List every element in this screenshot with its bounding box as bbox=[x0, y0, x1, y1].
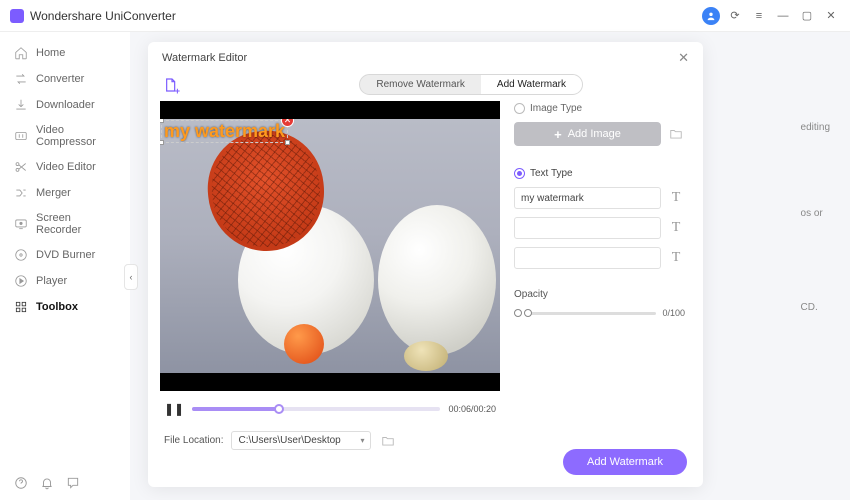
radio-icon bbox=[514, 103, 525, 114]
sidebar-item-editor[interactable]: Video Editor bbox=[0, 154, 130, 180]
text-style-icon[interactable]: T bbox=[667, 219, 685, 237]
text-style-icon[interactable]: T bbox=[667, 249, 685, 267]
tab-remove-watermark[interactable]: Remove Watermark bbox=[360, 75, 481, 94]
converter-icon bbox=[14, 72, 28, 86]
download-icon bbox=[14, 98, 28, 112]
main-area: editing os or CD. Watermark Editor ✕ + R… bbox=[130, 32, 850, 500]
sidebar-footer bbox=[0, 466, 130, 500]
text-style-icon[interactable]: T bbox=[667, 189, 685, 207]
sidebar-item-label: DVD Burner bbox=[36, 249, 95, 261]
toolbox-icon bbox=[14, 300, 28, 314]
tab-add-watermark[interactable]: Add Watermark bbox=[481, 75, 582, 94]
sidebar-item-label: Toolbox bbox=[36, 301, 78, 313]
delete-watermark-icon[interactable]: ✕ bbox=[281, 119, 294, 127]
sidebar-item-home[interactable]: Home bbox=[0, 40, 130, 66]
sidebar-item-merger[interactable]: Merger bbox=[0, 180, 130, 206]
background-text: editing os or CD. bbox=[801, 117, 830, 319]
play-icon bbox=[14, 274, 28, 288]
sidebar-item-toolbox[interactable]: Toolbox bbox=[0, 294, 130, 320]
sidebar-item-label: Merger bbox=[36, 187, 71, 199]
scissors-icon bbox=[14, 160, 28, 174]
close-button[interactable]: ✕ bbox=[822, 7, 840, 25]
resize-handle[interactable] bbox=[285, 140, 290, 145]
refresh-icon[interactable]: ⟳ bbox=[726, 7, 744, 25]
titlebar: Wondershare UniConverter ⟳ ≡ — ▢ ✕ bbox=[0, 0, 850, 32]
tab-switcher: Remove Watermark Add Watermark bbox=[359, 74, 583, 95]
user-avatar-icon[interactable] bbox=[702, 7, 720, 25]
merger-icon bbox=[14, 186, 28, 200]
add-file-icon[interactable]: + bbox=[162, 76, 178, 94]
sidebar: Home Converter Downloader Video Compress… bbox=[0, 32, 130, 500]
radio-icon bbox=[514, 168, 525, 179]
opacity-value: 0/100 bbox=[662, 308, 685, 318]
home-icon bbox=[14, 46, 28, 60]
preview-object bbox=[284, 324, 324, 364]
watermark-editor-modal: Watermark Editor ✕ + Remove Watermark Ad… bbox=[148, 42, 703, 487]
sidebar-item-label: Player bbox=[36, 275, 67, 287]
file-location-select[interactable]: C:\Users\User\Desktop ▾ bbox=[231, 431, 371, 450]
menu-icon[interactable]: ≡ bbox=[750, 7, 768, 25]
sidebar-item-dvd[interactable]: DVD Burner bbox=[0, 242, 130, 268]
sidebar-item-label: Video Editor bbox=[36, 161, 96, 173]
sidebar-item-recorder[interactable]: Screen Recorder bbox=[0, 206, 130, 242]
sidebar-item-label: Screen Recorder bbox=[36, 212, 116, 236]
compressor-icon bbox=[14, 129, 28, 143]
progress-fill bbox=[192, 407, 279, 411]
watermark-text-input-3[interactable] bbox=[514, 247, 661, 269]
bell-icon[interactable] bbox=[40, 476, 54, 490]
sidebar-item-label: Home bbox=[36, 47, 65, 59]
image-type-label: Image Type bbox=[530, 103, 582, 114]
video-image: my watermark ✕ bbox=[160, 119, 500, 373]
minimize-button[interactable]: — bbox=[774, 7, 792, 25]
resize-handle[interactable] bbox=[160, 140, 164, 145]
browse-image-icon[interactable] bbox=[667, 125, 685, 143]
add-image-button[interactable]: + Add Image bbox=[514, 122, 661, 146]
watermark-text: my watermark bbox=[164, 121, 285, 142]
sidebar-item-label: Video Compressor bbox=[36, 124, 116, 148]
add-image-label: Add Image bbox=[568, 128, 621, 140]
resize-handle[interactable] bbox=[160, 119, 164, 123]
text-type-radio[interactable]: Text Type bbox=[514, 168, 685, 179]
video-time: 00:06/00:20 bbox=[448, 404, 496, 414]
preview-object bbox=[404, 341, 448, 371]
watermark-overlay[interactable]: my watermark ✕ bbox=[161, 120, 288, 143]
maximize-button[interactable]: ▢ bbox=[798, 7, 816, 25]
sidebar-item-compressor[interactable]: Video Compressor bbox=[0, 118, 130, 154]
sidebar-item-label: Downloader bbox=[36, 99, 95, 111]
file-location-value: C:\Users\User\Desktop bbox=[238, 435, 340, 446]
feedback-icon[interactable] bbox=[66, 476, 80, 490]
progress-thumb[interactable] bbox=[274, 404, 284, 414]
opacity-slider[interactable] bbox=[528, 312, 656, 315]
video-progress-slider[interactable] bbox=[192, 407, 440, 411]
watermark-settings-panel: Image Type + Add Image Text Type bbox=[510, 101, 691, 487]
modal-title: Watermark Editor bbox=[162, 52, 247, 64]
app-logo-icon bbox=[10, 9, 24, 23]
pause-button[interactable]: ❚❚ bbox=[164, 399, 184, 419]
help-icon[interactable] bbox=[14, 476, 28, 490]
video-preview[interactable]: my watermark ✕ bbox=[160, 101, 500, 391]
app-title: Wondershare UniConverter bbox=[30, 9, 176, 23]
image-type-radio[interactable]: Image Type bbox=[514, 103, 685, 114]
sidebar-item-converter[interactable]: Converter bbox=[0, 66, 130, 92]
add-watermark-button[interactable]: Add Watermark bbox=[563, 449, 687, 475]
sidebar-item-label: Converter bbox=[36, 73, 84, 85]
watermark-text-input-2[interactable] bbox=[514, 217, 661, 239]
browse-folder-icon[interactable] bbox=[379, 432, 397, 450]
chevron-down-icon: ▾ bbox=[360, 436, 364, 445]
preview-object bbox=[378, 205, 496, 355]
opacity-label: Opacity bbox=[514, 289, 685, 300]
file-location-label: File Location: bbox=[164, 435, 223, 446]
sidebar-item-player[interactable]: Player bbox=[0, 268, 130, 294]
disc-icon bbox=[14, 248, 28, 262]
modal-close-icon[interactable]: ✕ bbox=[678, 50, 689, 66]
watermark-text-input-1[interactable] bbox=[514, 187, 661, 209]
plus-icon: + bbox=[554, 127, 562, 142]
opacity-slider-thumb[interactable] bbox=[524, 309, 532, 317]
text-type-label: Text Type bbox=[530, 168, 573, 179]
recorder-icon bbox=[14, 217, 28, 231]
sidebar-item-downloader[interactable]: Downloader bbox=[0, 92, 130, 118]
opacity-thumb-icon bbox=[514, 309, 522, 317]
